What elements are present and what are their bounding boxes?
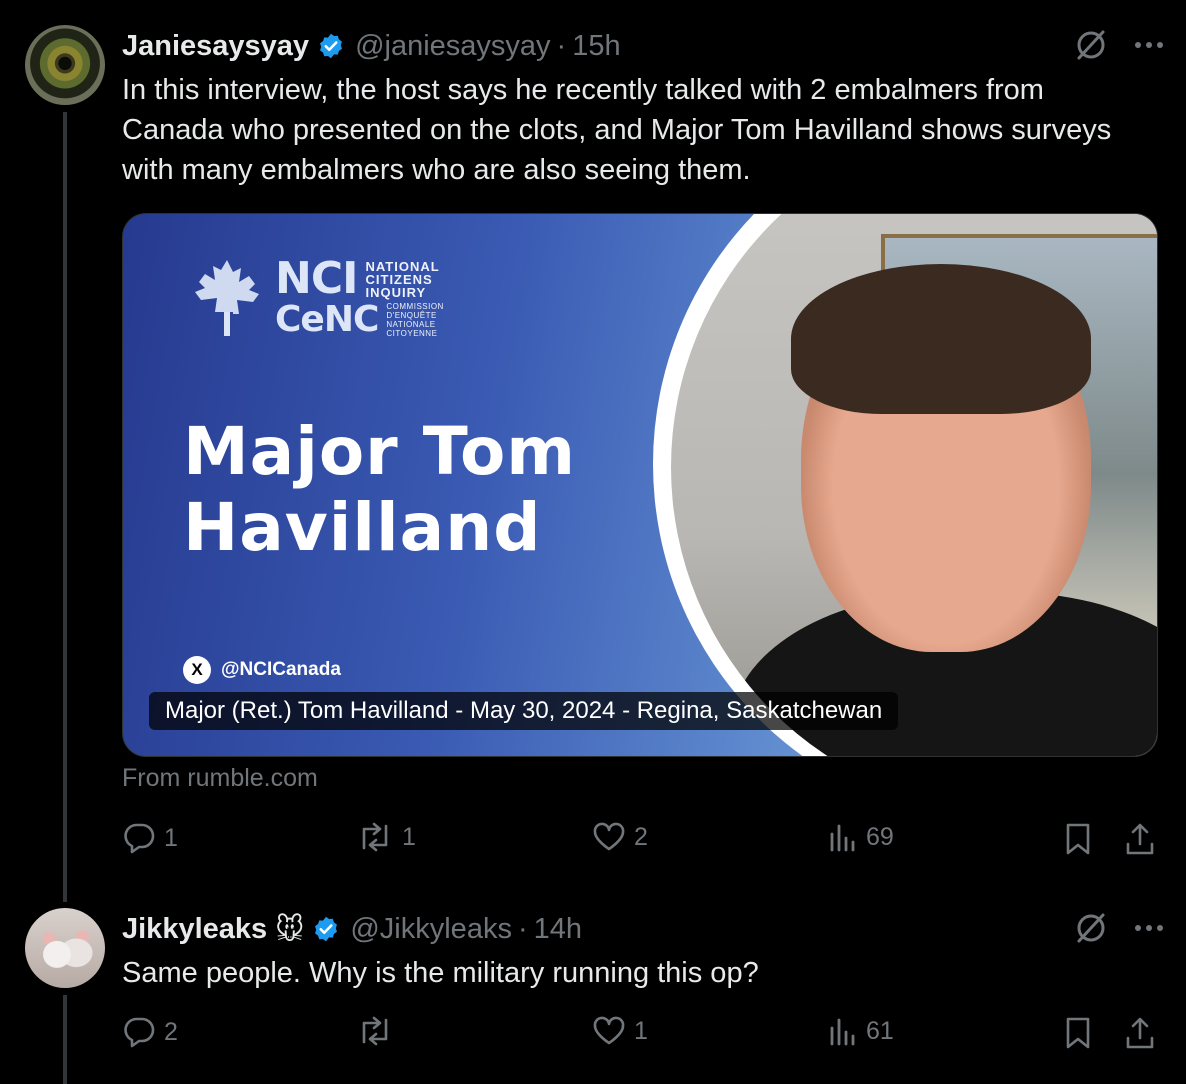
bookmark-icon [1066, 823, 1090, 855]
x-logo-icon: X [183, 656, 211, 684]
reply-icon [124, 1017, 155, 1048]
display-name[interactable]: Jikkyleaks [122, 913, 267, 946]
reply-count: 1 [164, 823, 178, 852]
card-title-line2: Havilland [183, 489, 542, 566]
thread-view: Janiesaysyay @janiesaysyay · 15h In this… [0, 0, 1186, 1084]
share-button[interactable] [1124, 1016, 1156, 1050]
reply-button[interactable]: 2 [122, 1016, 178, 1048]
repost-button[interactable]: 1 [356, 822, 416, 852]
views-button[interactable]: 69 [828, 822, 894, 852]
logo-cenc: CeNC [275, 299, 379, 340]
timestamp[interactable]: 15h [572, 30, 620, 63]
logo-nationale: NATIONALE [386, 320, 436, 329]
tweet-text: In this interview, the host says he rece… [122, 74, 1112, 186]
view-count: 69 [866, 822, 894, 851]
views-chart-icon [830, 824, 855, 852]
views-chart-icon [830, 1018, 855, 1046]
share-button[interactable] [1124, 822, 1156, 856]
share-icon [1126, 1017, 1154, 1049]
repost-icon [362, 1016, 388, 1046]
views-button[interactable]: 61 [828, 1016, 894, 1046]
like-count: 2 [634, 822, 648, 851]
tweet-actions: 2 1 61 [0, 1016, 1186, 1060]
like-count: 1 [634, 1016, 648, 1045]
view-count: 61 [866, 1016, 894, 1045]
repost-count: 1 [402, 822, 416, 851]
social-handle-text: @NCICanada [221, 659, 341, 680]
card-title: Major Tom Havilland [183, 414, 663, 566]
reply-icon [124, 823, 155, 854]
link-card[interactable]: NCI NATIONAL CITIZENS INQUIRY CeNC COMMI… [122, 213, 1158, 757]
heart-icon [593, 1016, 625, 1045]
card-photo [671, 214, 1157, 756]
verified-badge-icon[interactable] [317, 32, 345, 60]
tweet-text: Same people. Why is the military running… [122, 957, 759, 989]
verified-badge-icon[interactable] [312, 915, 340, 943]
logo-national: NATIONAL [365, 258, 440, 274]
separator-dot: · [556, 29, 567, 62]
link-source[interactable]: From rumble.com [122, 764, 318, 793]
tweet-header: Jikkyleaks 🐭 @Jikkyleaks · 14h [122, 909, 582, 949]
card-title-line1: Major Tom [183, 413, 577, 490]
tweet-top-actions [1074, 28, 1164, 62]
maple-leaf-icon [195, 260, 259, 336]
logo-commission: COMMISSION [386, 302, 444, 311]
repost-icon [362, 822, 388, 852]
separator-dot: · [517, 912, 528, 945]
reply-button[interactable]: 1 [122, 822, 178, 854]
tweet[interactable]: Jikkyleaks 🐭 @Jikkyleaks · 14h Same peop… [0, 880, 1186, 1084]
card-caption: Major (Ret.) Tom Havilland - May 30, 202… [149, 692, 899, 730]
logo-inquiry: INQUIRY [365, 284, 427, 300]
user-handle[interactable]: @Jikkyleaks [350, 913, 512, 946]
tweet[interactable]: Janiesaysyay @janiesaysyay · 15h In this… [0, 0, 1186, 880]
logo-denquete: D'ENQUÊTE [386, 311, 437, 320]
display-name[interactable]: Janiesaysyay [122, 30, 309, 63]
avatar[interactable] [25, 908, 105, 988]
more-options-icon[interactable] [1134, 924, 1164, 932]
tweet-actions: 1 1 2 69 [0, 822, 1186, 866]
user-handle[interactable]: @janiesaysyay [355, 30, 550, 63]
logo-citizens: CITIZENS [365, 271, 433, 287]
grok-icon[interactable] [1074, 28, 1108, 62]
bookmark-button[interactable] [1064, 1016, 1092, 1050]
logo-citoyenne: CITOYENNE [386, 329, 438, 338]
bookmark-icon [1066, 1017, 1090, 1049]
timestamp[interactable]: 14h [534, 913, 582, 946]
bookmark-button[interactable] [1064, 822, 1092, 856]
grok-icon[interactable] [1074, 911, 1108, 945]
avatar[interactable] [25, 25, 105, 105]
mouse-emoji-icon: 🐭 [275, 913, 305, 945]
logo-nci: NCI [275, 253, 358, 304]
like-button[interactable]: 2 [592, 822, 648, 852]
nci-logo: NCI NATIONAL CITIZENS INQUIRY CeNC COMMI… [185, 256, 444, 340]
more-options-icon[interactable] [1134, 41, 1164, 49]
card-social-handle: X @NCICanada [183, 656, 341, 684]
reply-count: 2 [164, 1017, 178, 1046]
heart-icon [593, 822, 625, 851]
person-hair [791, 264, 1091, 414]
like-button[interactable]: 1 [592, 1016, 648, 1046]
share-icon [1126, 823, 1154, 855]
tweet-header: Janiesaysyay @janiesaysyay · 15h [122, 26, 621, 66]
tweet-top-actions [1074, 911, 1164, 945]
repost-button[interactable] [356, 1016, 402, 1046]
